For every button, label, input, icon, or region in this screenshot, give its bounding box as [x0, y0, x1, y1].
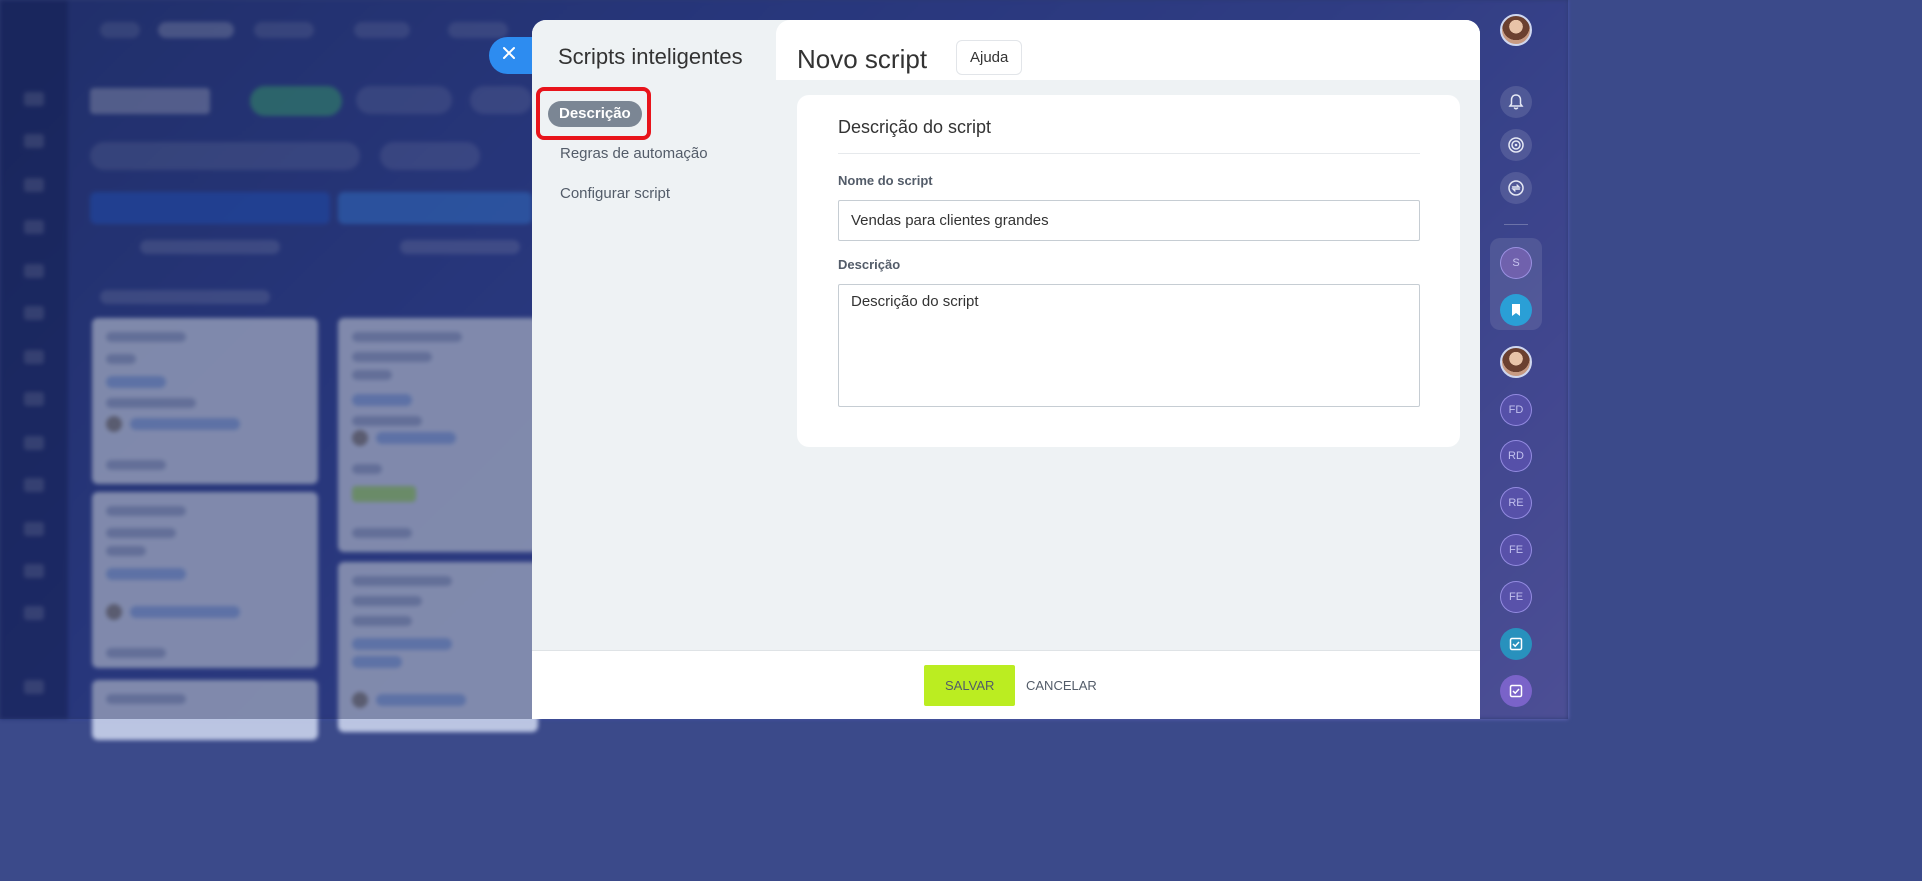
sidebar-title: Scripts inteligentes: [558, 44, 743, 69]
sidebar-item-configurar-script[interactable]: Configurar script: [560, 185, 670, 202]
bookmark-icon[interactable]: [1500, 294, 1532, 326]
initials-avatar-fe[interactable]: FE: [1500, 534, 1532, 566]
initials-avatar-rd[interactable]: RD: [1500, 440, 1532, 472]
help-button[interactable]: Ajuda: [956, 40, 1023, 75]
save-button[interactable]: SALVAR: [924, 665, 1016, 706]
sidebar-item-regras-de-automacao[interactable]: Regras de automação: [560, 145, 708, 162]
cancel-button[interactable]: CANCELAR: [1016, 665, 1107, 706]
script-name-label: Nome do script: [838, 173, 933, 188]
page-header: Novo script Ajuda: [776, 20, 1480, 80]
footer-bar: SALVAR CANCELAR: [532, 650, 1480, 719]
initials-avatar-re[interactable]: RE: [1500, 487, 1532, 519]
sidebar: Scripts inteligentes Descrição Regras de…: [532, 20, 776, 719]
sidebar-item-descricao[interactable]: Descrição: [548, 101, 642, 127]
sync-icon[interactable]: [1500, 172, 1532, 204]
main-content: Novo script Ajuda Descrição do script No…: [776, 20, 1480, 719]
close-icon: [502, 46, 516, 65]
rail-divider: [1504, 224, 1528, 225]
initials-avatar-fd[interactable]: FD: [1500, 394, 1532, 426]
task-icon[interactable]: [1500, 628, 1532, 660]
target-icon[interactable]: [1500, 129, 1532, 161]
initials-avatar-fe-2[interactable]: FE: [1500, 581, 1532, 613]
section-divider: [838, 153, 1420, 154]
description-label: Descrição: [838, 257, 901, 272]
bell-icon[interactable]: [1500, 86, 1532, 118]
script-name-input[interactable]: [838, 200, 1420, 241]
right-rail: S FD RD RE FE FE: [1484, 0, 1568, 719]
section-title: Descrição do script: [838, 117, 992, 137]
task-icon-2[interactable]: [1500, 675, 1532, 707]
initials-avatar-s[interactable]: S: [1500, 247, 1532, 279]
description-textarea[interactable]: Descrição do script: [838, 284, 1420, 407]
user-avatar[interactable]: [1500, 14, 1532, 46]
contact-avatar-photo[interactable]: [1500, 346, 1532, 378]
page-title: Novo script: [797, 44, 928, 74]
script-description-card: Descrição do script Nome do script Descr…: [797, 95, 1460, 447]
script-editor-slider: Scripts inteligentes Descrição Regras de…: [532, 20, 1480, 719]
